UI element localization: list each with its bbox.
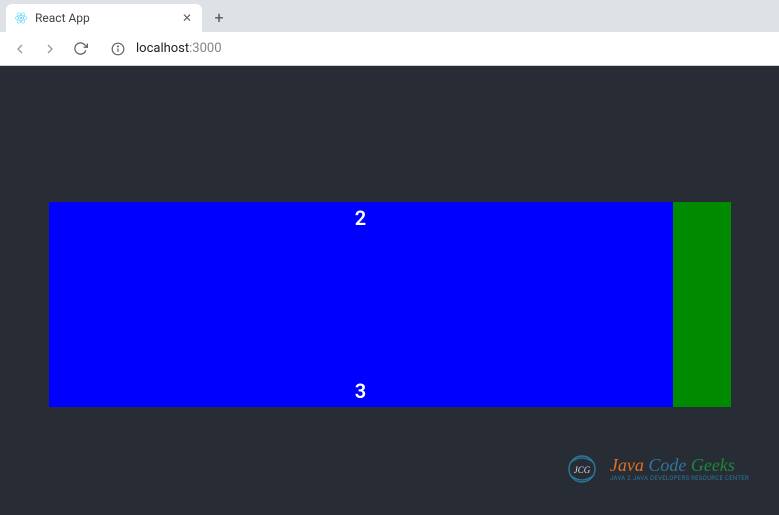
green-box — [673, 202, 731, 407]
url-hostname: localhost — [136, 41, 189, 56]
blue-box: 2 3 — [49, 202, 673, 407]
flex-container: 2 3 — [49, 202, 731, 407]
react-favicon-icon — [14, 11, 28, 25]
watermark-title: Java Code Geeks — [610, 456, 749, 474]
number-bottom: 3 — [355, 379, 366, 403]
number-top: 2 — [355, 206, 366, 230]
watermark-tagline: Java 2 Java Developers Resource Center — [610, 476, 749, 482]
page-viewport: 2 3 JCG Java Code Geeks Java 2 Java Deve… — [0, 66, 779, 515]
browser-tab[interactable]: React App ✕ — [6, 4, 202, 32]
reload-button[interactable] — [66, 35, 94, 63]
info-icon — [110, 41, 126, 57]
watermark-text: Java Code Geeks Java 2 Java Developers R… — [610, 456, 749, 482]
browser-toolbar: localhost:3000 — [0, 32, 779, 66]
svg-text:JCG: JCG — [574, 465, 591, 475]
browser-tab-strip: React App ✕ + — [0, 0, 779, 32]
watermark: JCG Java Code Geeks Java 2 Java Develope… — [562, 449, 749, 489]
new-tab-button[interactable]: + — [206, 4, 232, 30]
forward-button[interactable] — [36, 35, 64, 63]
close-tab-icon[interactable]: ✕ — [180, 11, 194, 25]
back-button[interactable] — [6, 35, 34, 63]
url-port: :3000 — [189, 41, 221, 56]
address-bar[interactable]: localhost:3000 — [102, 36, 773, 62]
jcg-logo-icon: JCG — [562, 449, 602, 489]
tab-title: React App — [35, 11, 180, 25]
